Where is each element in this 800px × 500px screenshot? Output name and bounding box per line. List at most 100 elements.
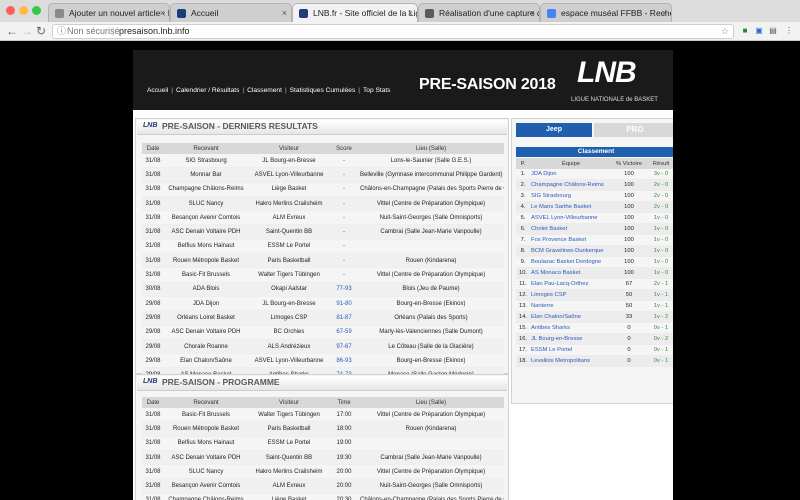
- away-team-cell: ESSM Le Portel: [248, 436, 330, 451]
- team-link[interactable]: Elan Chalon/Saône: [530, 311, 612, 323]
- team-link[interactable]: SIG Strasbourg: [530, 190, 612, 202]
- time-cell: 19:00: [330, 436, 358, 451]
- tab-close-icon[interactable]: ×: [282, 4, 287, 22]
- score-cell[interactable]: 67-59: [330, 325, 358, 340]
- rank-cell: 9.: [516, 256, 530, 268]
- team-link[interactable]: AS Monaco Basket: [530, 267, 612, 279]
- url-input[interactable]: ⓘ Non sécurisé | presaison.lnb.info ☆: [52, 24, 734, 39]
- score-cell[interactable]: 86-93: [330, 353, 358, 369]
- win-pct-cell: 67: [612, 278, 646, 290]
- close-window-button[interactable]: [6, 6, 15, 15]
- team-link[interactable]: Levallois Metropolitans: [530, 355, 612, 367]
- info-icon[interactable]: ⓘ: [57, 25, 66, 38]
- extension-icon[interactable]: ▣: [754, 26, 764, 36]
- site-header: Accueil | Calendrier / Résultats | Classemen…: [133, 50, 673, 110]
- programme-panel: LNB PRE-SAISON - PROGRAMME Date Recevant V…: [135, 374, 509, 500]
- reload-icon[interactable]: ↻: [36, 24, 46, 38]
- nav-link-top-stats[interactable]: Top Stats: [363, 87, 391, 94]
- team-link[interactable]: Boulazac Basket Dordogne: [530, 256, 612, 268]
- site-nav: Accueil | Calendrier / Résultats | Classemen…: [147, 87, 391, 94]
- bookmark-star-icon[interactable]: ☆: [721, 25, 729, 38]
- nav-link-statistiques[interactable]: Statistiques Cumulées: [290, 87, 356, 94]
- team-link[interactable]: BCM Gravelines-Dunkerque: [530, 245, 612, 257]
- team-link[interactable]: JDA Dijon: [530, 169, 612, 180]
- win-pct-cell: 100: [612, 169, 646, 180]
- table-row: 31/08 SLUC Nancy Hakro Merlins Crailsheim -…: [142, 196, 504, 212]
- standings-row: 2. Champagne Châlons-Reims 100 2v - 0: [516, 179, 673, 191]
- team-link[interactable]: Fos Provence Basket: [530, 234, 612, 246]
- team-link[interactable]: Le Mans Sarthe Basket: [530, 201, 612, 213]
- tab-close-icon[interactable]: ×: [160, 4, 165, 22]
- tab-close-icon[interactable]: ×: [408, 4, 413, 22]
- date-cell: 29/08: [142, 353, 164, 369]
- browser-tab-title: Réalisation d'une capture d'éc: [439, 8, 539, 18]
- lnb-small-logo: LNB: [143, 378, 158, 385]
- record-cell: 2v - 0: [646, 179, 673, 191]
- standings-row: 3. SIG Strasbourg 100 2v - 0: [516, 190, 673, 202]
- away-team-cell: Hakro Merlins Crailsheim: [248, 196, 330, 212]
- tab-pro[interactable]: PRO: [594, 123, 673, 137]
- tab-close-icon[interactable]: ×: [662, 4, 667, 22]
- team-link[interactable]: Cholet Basket: [530, 223, 612, 235]
- team-link[interactable]: Limoges CSP: [530, 289, 612, 301]
- browser-tab[interactable]: espace muséal FFBB - Recherc ×: [540, 3, 672, 22]
- home-team-cell: Rouen Métropole Basket: [164, 253, 248, 269]
- column-header: % Victoire: [612, 158, 646, 169]
- win-pct-cell: 0: [612, 344, 646, 356]
- table-row: 31/08 Monnar Bar ASVEL Lyon-Villeurbanne - B…: [142, 167, 504, 183]
- score-cell[interactable]: 91-80: [330, 296, 358, 312]
- date-cell: 31/08: [142, 210, 164, 226]
- team-link[interactable]: Champagne Châlons-Reims: [530, 179, 612, 191]
- browser-tab[interactable]: Accueil ×: [170, 3, 292, 22]
- team-link[interactable]: JL Bourg-en-Bresse: [530, 333, 612, 345]
- win-pct-cell: 0: [612, 333, 646, 345]
- team-link[interactable]: Antibes Sharks: [530, 322, 612, 334]
- browser-tab[interactable]: Ajouter un nouvel article ‹ Bas×: [48, 3, 170, 22]
- away-team-cell: ALS Andrézieux: [248, 339, 330, 355]
- table-row: 31/08 Belfius Mons Hainaut ESSM Le Portel -: [142, 239, 504, 255]
- score-cell[interactable]: 97-67: [330, 339, 358, 355]
- team-link[interactable]: ASVEL Lyon-Villeurbanne: [530, 212, 612, 224]
- nav-link-classement[interactable]: Classement: [247, 87, 282, 94]
- nav-link-calendrier[interactable]: Calendrier / Résultats: [176, 87, 239, 94]
- lnb-small-logo: LNB: [143, 122, 158, 129]
- time-cell: 18:00: [330, 421, 358, 437]
- extension-icon[interactable]: ▤: [768, 26, 778, 36]
- score-cell: -: [330, 224, 358, 240]
- programme-table: Date Recevant Visiteur Time Lieu (Salle) 31/…: [142, 397, 504, 500]
- score-cell[interactable]: 81-87: [330, 310, 358, 326]
- away-team-cell: Hakro Merlins Crailsheim: [248, 464, 330, 480]
- tab-jeep[interactable]: Jeep: [516, 123, 592, 137]
- standings-row: 9. Boulazac Basket Dordogne 100 1v - 0: [516, 256, 673, 268]
- away-team-cell: Liège Basket: [248, 182, 330, 197]
- home-team-cell: Basic-Fit Brussels: [164, 408, 248, 423]
- back-icon[interactable]: ←: [6, 24, 18, 38]
- team-link[interactable]: Nanterre: [530, 300, 612, 312]
- home-team-cell: Orléans Loiret Basket: [164, 310, 248, 326]
- minimize-window-button[interactable]: [19, 6, 28, 15]
- record-cell: 2v - 0: [646, 201, 673, 213]
- away-team-cell: ALM Evreux: [248, 210, 330, 226]
- favicon-icon: [425, 9, 434, 18]
- browser-tab[interactable]: Réalisation d'une capture d'éc×: [418, 3, 540, 22]
- maximize-window-button[interactable]: [32, 6, 41, 15]
- table-row: 29/08 Chorale Roanne ALS Andrézieux 97-67 Le…: [142, 339, 504, 355]
- menu-icon[interactable]: ⋮: [784, 26, 794, 36]
- team-link[interactable]: Elan Pau-Lacq-Orthez: [530, 278, 612, 290]
- date-cell: 31/08: [142, 167, 164, 183]
- lnb-logo[interactable]: LNB LIGUE NATIONALE de BASKET: [569, 56, 665, 110]
- score-cell[interactable]: 77-93: [330, 282, 358, 297]
- forward-icon[interactable]: →: [21, 24, 33, 38]
- table-row: 31/08 SLUC Nancy Hakro Merlins Crailsheim 2…: [142, 464, 504, 480]
- record-cell: 2v - 0: [646, 190, 673, 202]
- browser-tab[interactable]: LNB.fr - Site officiel de la Ligu ×: [292, 3, 418, 22]
- extension-icon[interactable]: ■: [740, 26, 750, 36]
- browser-tab-title: LNB.fr - Site officiel de la Ligu: [313, 8, 418, 18]
- team-link[interactable]: ESSM Le Portel: [530, 344, 612, 356]
- nav-link-accueil[interactable]: Accueil: [147, 87, 168, 94]
- score-cell: -: [330, 239, 358, 255]
- tab-close-icon[interactable]: ×: [530, 4, 535, 22]
- standings-row: 7. Fos Provence Basket 100 1v - 0: [516, 234, 673, 246]
- venue-cell: Bourg-en-Bresse (Ekinox): [358, 353, 504, 369]
- results-panel: LNB PRE-SAISON - DERNIERS RESULTATS Date…: [135, 118, 509, 383]
